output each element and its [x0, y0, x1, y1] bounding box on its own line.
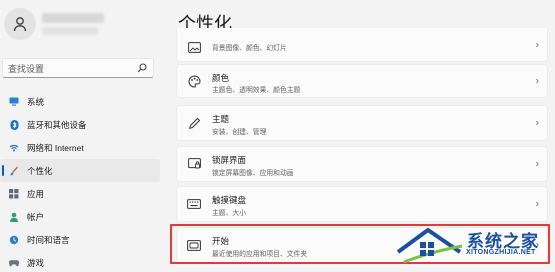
chevron-right-icon: ›: [535, 158, 539, 170]
house-logo-icon: [396, 228, 463, 264]
chevron-right-icon: ›: [535, 39, 539, 50]
sidebar-item-personalization[interactable]: 个性化: [0, 159, 160, 182]
search-placeholder: 查找设置: [8, 63, 45, 74]
card-subtitle: 主题色、透明效果、颜色主题: [212, 87, 301, 94]
image-icon: [187, 41, 201, 55]
monitor-icon: [9, 97, 19, 107]
card-subtitle: 背景图像、颜色、幻灯片: [212, 45, 287, 52]
sidebar-item-label: 网络和 Internet: [27, 142, 84, 153]
watermark-url: XITONGZHIJIA.NET: [466, 249, 536, 256]
search-input[interactable]: 查找设置: [2, 58, 154, 78]
bluetooth-icon: [9, 119, 19, 130]
sidebar: 查找设置 系统 蓝牙和其他设备 网络和 Internet 个性化 应用 帐户 时…: [0, 0, 166, 272]
card-title: 主题: [212, 114, 230, 124]
sidebar-item-apps[interactable]: 应用: [0, 182, 160, 205]
chevron-right-icon: ›: [535, 75, 539, 87]
card-title: 触摸键盘: [212, 195, 247, 205]
apps-icon: [9, 188, 19, 199]
account-email: [42, 27, 98, 35]
sidebar-item-time-language[interactable]: 时间和语言: [0, 228, 160, 251]
search-icon: [137, 63, 147, 73]
avatar[interactable]: [4, 8, 36, 40]
gamepad-icon: [9, 258, 19, 268]
sidebar-nav: 系统 蓝牙和其他设备 网络和 Internet 个性化 应用 帐户 时间和语言 …: [0, 90, 160, 272]
sidebar-item-system[interactable]: 系统: [0, 90, 160, 113]
sidebar-item-label: 时间和语言: [27, 234, 70, 245]
card-subtitle: 主题、大小: [212, 210, 246, 217]
card-title: 颜色: [212, 73, 230, 83]
sidebar-item-label: 应用: [27, 188, 45, 199]
card-title: 开始: [212, 236, 230, 246]
brush-icon: [9, 166, 19, 176]
sidebar-item-gaming[interactable]: 游戏: [0, 251, 160, 272]
account-username: [42, 13, 104, 23]
card-subtitle: 最近使用的应用和项目、文件夹: [212, 251, 308, 258]
settings-card-touch-keyboard[interactable]: 触摸键盘 主题、大小 ›: [176, 186, 548, 222]
globe-clock-icon: [9, 235, 19, 245]
settings-card-background[interactable]: 背景 背景图像、颜色、幻灯片 ›: [176, 28, 548, 62]
settings-card-colors[interactable]: 颜色 主题色、透明效果、颜色主题 ›: [176, 64, 548, 98]
chevron-right-icon: ›: [535, 117, 539, 129]
chevron-right-icon: ›: [535, 198, 539, 210]
start-icon: [187, 238, 201, 252]
lockscreen-icon: [187, 157, 201, 171]
sidebar-item-network[interactable]: 网络和 Internet: [0, 136, 160, 159]
sidebar-item-label: 蓝牙和其他设备: [27, 119, 87, 130]
palette-icon: [187, 74, 201, 88]
card-subtitle: 安装、创建、管理: [212, 129, 267, 136]
sidebar-item-label: 系统: [27, 96, 45, 107]
pen-icon: [187, 116, 201, 130]
sidebar-item-accounts[interactable]: 帐户: [0, 205, 160, 228]
settings-card-lock-screen[interactable]: 锁屏界面 锁定屏幕图像、应用和动画 ›: [176, 146, 548, 182]
settings-card-themes[interactable]: 主题 安装、创建、管理 ›: [176, 105, 548, 141]
card-title: 锁屏界面: [212, 155, 247, 165]
wifi-icon: [9, 143, 19, 153]
sidebar-item-bluetooth[interactable]: 蓝牙和其他设备: [0, 113, 160, 136]
sidebar-item-label: 个性化: [27, 165, 53, 176]
card-subtitle: 锁定屏幕图像、应用和动画: [212, 170, 294, 177]
sidebar-item-label: 游戏: [27, 257, 45, 268]
sidebar-item-label: 帐户: [27, 211, 45, 222]
person-icon: [9, 212, 19, 222]
person-icon: [13, 17, 27, 32]
keyboard-icon: [187, 197, 201, 211]
